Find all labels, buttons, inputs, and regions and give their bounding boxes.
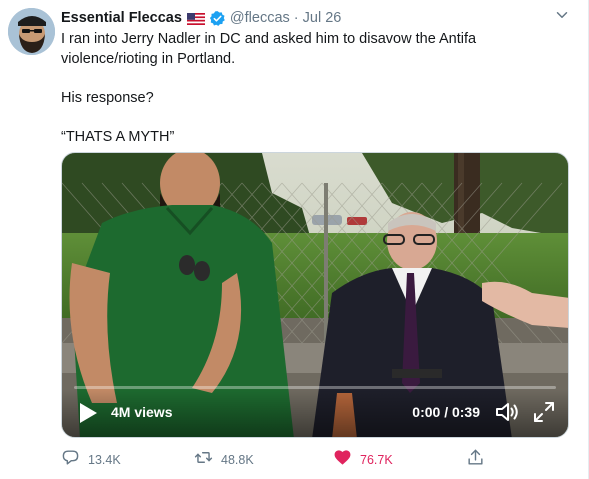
author-handle[interactable]: @fleccas [230, 10, 290, 26]
retweet-icon [194, 448, 213, 472]
video-player[interactable]: 4M views 0:00 / 0:39 [61, 152, 569, 438]
tweet-text: I ran into Jerry Nadler in DC and asked … [61, 30, 561, 147]
video-controls: 4M views 0:00 / 0:39 [62, 389, 568, 437]
like-button[interactable]: 76.7K [333, 448, 393, 472]
us-flag-icon [186, 12, 205, 25]
like-count: 76.7K [360, 453, 393, 467]
author-name[interactable]: Essential Fleccas [61, 10, 182, 26]
fullscreen-icon[interactable] [532, 400, 556, 424]
header-separator: · [293, 10, 299, 26]
verified-badge-icon [209, 10, 226, 27]
tweet-actions: 13.4K 48.8K 76.7K [61, 448, 501, 472]
reply-icon [61, 448, 80, 472]
chevron-down-icon[interactable] [553, 6, 571, 24]
tweet-header: Essential Fleccas @fleccas · Jul 26 [61, 8, 341, 28]
reply-count: 13.4K [88, 453, 121, 467]
tweet-text-line-1: I ran into Jerry Nadler in DC and asked … [61, 31, 477, 67]
tweet-card[interactable]: Essential Fleccas @fleccas · Jul 26 I ra… [0, 0, 589, 479]
tweet-text-line-2: His response? [61, 89, 154, 106]
view-count: 4M views [111, 404, 173, 420]
volume-icon[interactable] [494, 400, 520, 424]
share-icon [466, 448, 485, 472]
tweet-date[interactable]: Jul 26 [303, 10, 342, 26]
reply-button[interactable]: 13.4K [61, 448, 121, 472]
share-button[interactable] [466, 448, 485, 472]
retweet-button[interactable]: 48.8K [194, 448, 254, 472]
play-icon[interactable] [78, 402, 98, 424]
video-time: 0:00 / 0:39 [412, 404, 480, 420]
avatar[interactable] [8, 8, 55, 55]
heart-icon [333, 448, 352, 472]
tweet-text-line-3: “THATS A MYTH” [61, 128, 175, 145]
retweet-count: 48.8K [221, 453, 254, 467]
